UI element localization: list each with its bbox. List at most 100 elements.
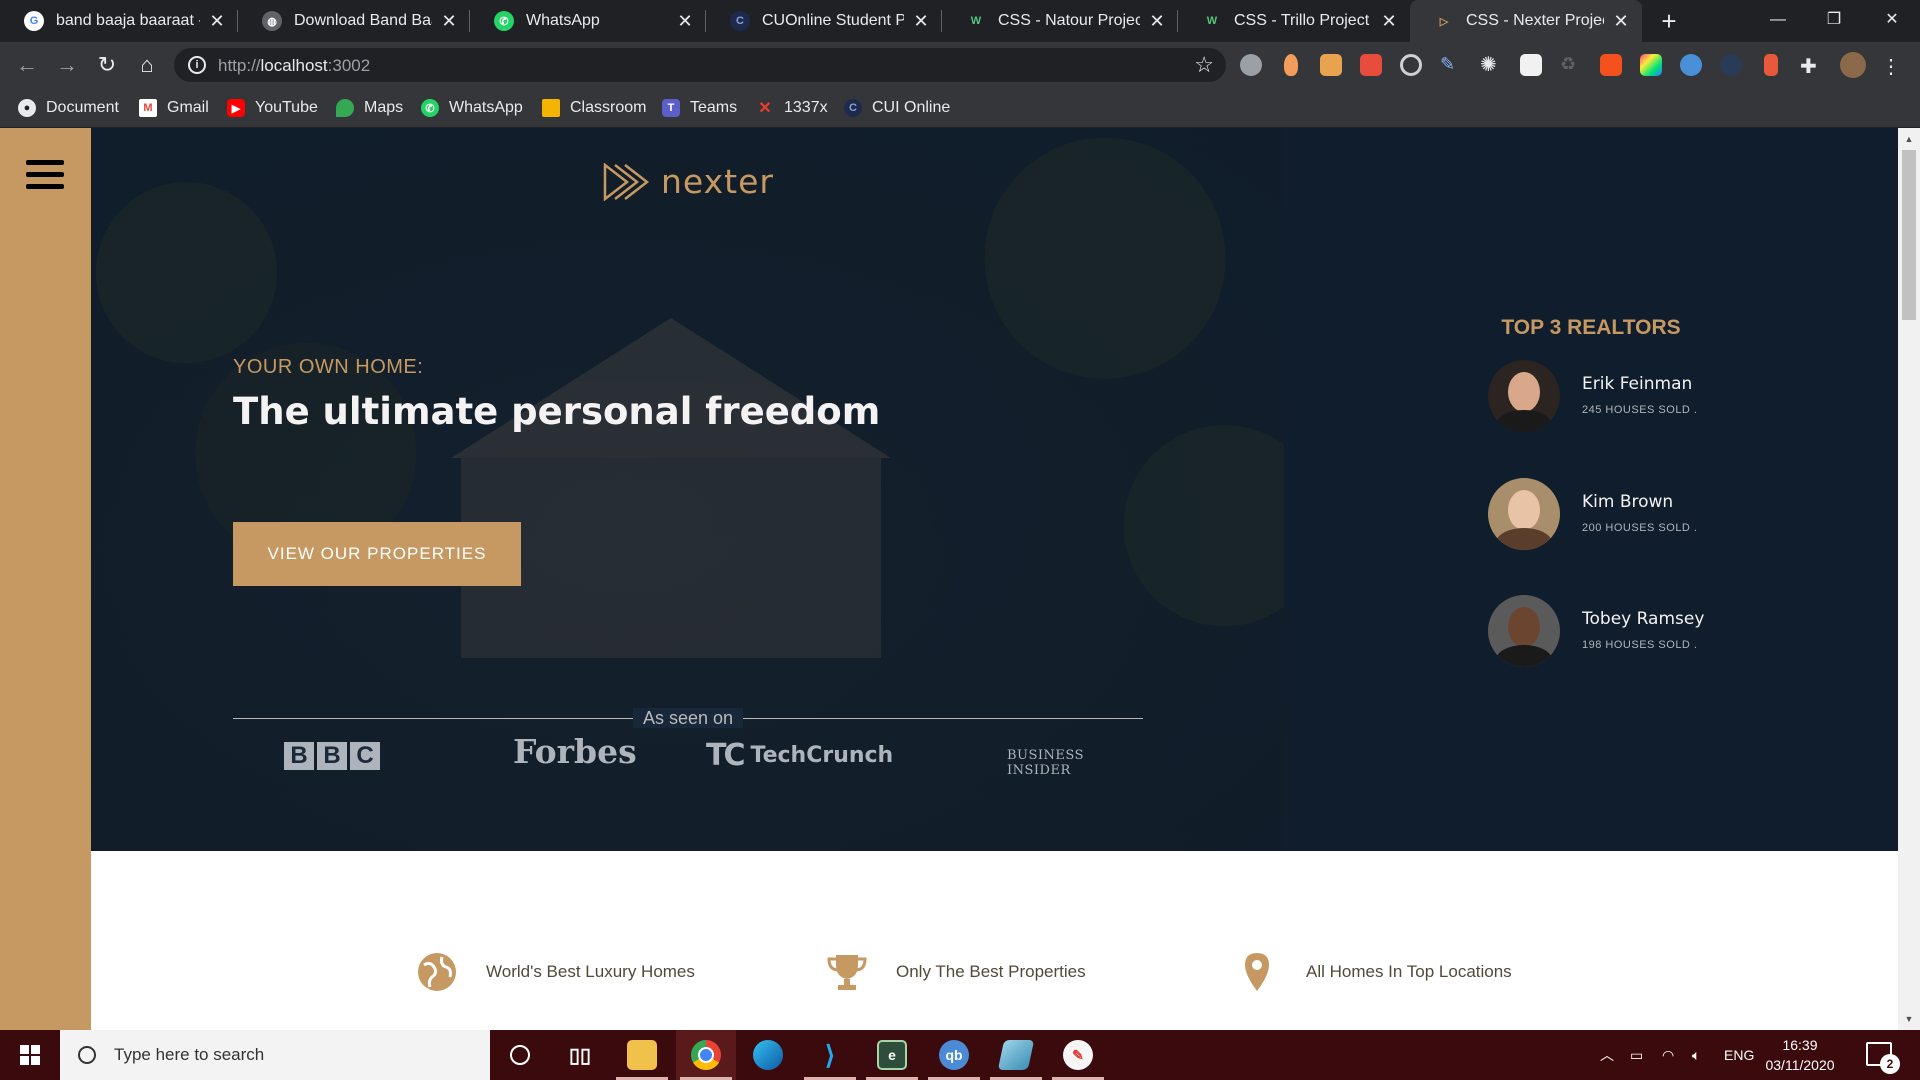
extension-dark-circle-icon[interactable] xyxy=(1720,54,1742,76)
tab-download[interactable]: ◍ Download Band Baaja B ✕ xyxy=(238,0,470,42)
extensions-puzzle-icon[interactable]: ✚ xyxy=(1800,54,1822,78)
bookmark-teams[interactable]: T Teams xyxy=(662,88,737,128)
map-pin-icon xyxy=(1245,953,1269,991)
tab-google-search[interactable]: G band baaja baaraat - G ✕ xyxy=(0,0,238,42)
close-icon[interactable]: ✕ xyxy=(1380,11,1398,32)
back-icon[interactable]: ← xyxy=(12,50,42,80)
qbittorrent-icon[interactable]: qb xyxy=(924,1030,984,1080)
realtor-houses-sold: 245 HOUSES SOLD . xyxy=(1582,404,1698,416)
close-icon[interactable]: ✕ xyxy=(1148,11,1166,32)
reload-icon[interactable]: ↻ xyxy=(92,50,122,80)
show-hidden-icons-icon[interactable]: ︿ xyxy=(1600,1030,1614,1080)
vscode-glyph: ⟩ xyxy=(824,1039,836,1070)
gmail-icon: M xyxy=(139,99,157,117)
extension-target-icon[interactable] xyxy=(1400,54,1422,76)
battery-icon[interactable]: ▭ xyxy=(1630,1030,1643,1080)
close-icon[interactable]: ✕ xyxy=(912,11,930,32)
system-clock[interactable]: 16:39 03/11/2020 xyxy=(1760,1035,1840,1075)
browser-tab-strip: G band baaja baaraat - G ✕ ◍ Download Ba… xyxy=(0,0,1920,42)
extension-tracker-icon[interactable] xyxy=(1320,54,1342,76)
realtor-houses-sold: 198 HOUSES SOLD . xyxy=(1582,639,1698,651)
bookmark-star-icon[interactable]: ☆ xyxy=(1194,52,1214,78)
feature-item: World's Best Luxury Homes xyxy=(416,951,695,993)
avatar xyxy=(1488,478,1560,550)
file-explorer-icon[interactable] xyxy=(612,1030,672,1080)
tab-title: CUOnline Student Port xyxy=(762,12,904,29)
close-icon[interactable]: ✕ xyxy=(440,11,458,32)
realtor-card[interactable]: Tobey Ramsey 198 HOUSES SOLD . xyxy=(1488,595,1788,667)
tab-whatsapp[interactable]: ✆ WhatsApp ✕ xyxy=(470,0,706,42)
extension-compass-icon[interactable] xyxy=(1240,54,1262,76)
url-text[interactable]: http://localhost:3002 xyxy=(218,56,370,76)
maps-icon xyxy=(336,99,354,117)
youtube-icon: ▶ xyxy=(227,99,245,117)
bookmark-youtube[interactable]: ▶ YouTube xyxy=(227,88,318,128)
extension-color-icon[interactable] xyxy=(1640,54,1662,76)
feature-item: All Homes In Top Locations xyxy=(1236,951,1512,993)
extension-figure-icon[interactable] xyxy=(1764,54,1778,76)
realtor-card[interactable]: Erik Feinman 245 HOUSES SOLD . xyxy=(1488,360,1788,432)
tab-nexter[interactable]: ▷ CSS - Nexter Project ✕ xyxy=(1410,0,1642,42)
chrome-glyph xyxy=(691,1040,721,1070)
profile-avatar[interactable] xyxy=(1840,52,1866,78)
hero-header: nexter YOUR OWN HOME: The ultimate perso… xyxy=(91,128,1284,851)
extension-bottle-icon[interactable] xyxy=(1284,54,1298,76)
classroom-icon xyxy=(542,99,560,117)
bookmark-cui-online[interactable]: C CUI Online xyxy=(844,88,950,128)
techcrunch-mark-icon: TC xyxy=(706,738,746,773)
site-info-icon[interactable]: i xyxy=(188,56,206,74)
wifi-icon[interactable]: ◠ xyxy=(1662,1030,1674,1080)
language-indicator[interactable]: ENG xyxy=(1724,1030,1754,1080)
minimize-icon[interactable]: — xyxy=(1750,0,1806,42)
notes-app-icon[interactable] xyxy=(986,1030,1046,1080)
close-icon[interactable]: ✕ xyxy=(1612,11,1630,32)
page-scrollbar[interactable]: ▲ ▼ xyxy=(1898,128,1920,1030)
extension-gear-icon[interactable]: ✺ xyxy=(1480,54,1502,76)
hamburger-menu-icon[interactable] xyxy=(26,160,64,190)
tab-cuonline[interactable]: C CUOnline Student Port ✕ xyxy=(706,0,942,42)
scrollbar-thumb[interactable] xyxy=(1902,150,1916,320)
taskbar-search-box[interactable]: Type here to search xyxy=(60,1030,490,1080)
bookmark-1337x[interactable]: ✕ 1337x xyxy=(756,88,827,128)
cortana-icon[interactable] xyxy=(490,1030,550,1080)
bookmark-maps[interactable]: Maps xyxy=(336,88,403,128)
close-window-icon[interactable]: ✕ xyxy=(1864,0,1920,42)
bookmark-whatsapp[interactable]: ✆ WhatsApp xyxy=(421,88,523,128)
nexter-logo[interactable]: nexter xyxy=(603,162,774,201)
business-insider-line: INSIDER xyxy=(1007,763,1071,778)
chrome-icon[interactable] xyxy=(676,1030,736,1080)
avatar xyxy=(1488,360,1560,432)
home-icon[interactable]: ⌂ xyxy=(132,50,162,80)
extension-recycle-icon[interactable]: ♻ xyxy=(1560,54,1582,76)
new-tab-button[interactable]: + xyxy=(1654,6,1684,36)
close-icon[interactable]: ✕ xyxy=(208,11,226,32)
edge-icon[interactable] xyxy=(738,1030,798,1080)
realtor-card[interactable]: Kim Brown 200 HOUSES SOLD . xyxy=(1488,478,1788,550)
realtor-name: Erik Feinman xyxy=(1582,374,1693,394)
close-icon[interactable]: ✕ xyxy=(676,11,694,32)
app-e-icon[interactable]: e xyxy=(862,1030,922,1080)
extension-orange-icon[interactable] xyxy=(1600,54,1622,76)
extension-calendar-icon[interactable] xyxy=(1520,54,1542,76)
tab-natours[interactable]: W CSS - Natour Project ✕ xyxy=(942,0,1178,42)
avatar xyxy=(1488,595,1560,667)
forward-icon[interactable]: → xyxy=(52,50,82,80)
bookmark-gmail[interactable]: M Gmail xyxy=(139,88,209,128)
view-properties-button[interactable]: VIEW OUR PROPERTIES xyxy=(233,522,521,586)
address-bar[interactable]: i http://localhost:3002 ☆ xyxy=(174,48,1226,82)
windows-start-icon[interactable] xyxy=(0,1030,60,1080)
bookmark-document[interactable]: ● Document xyxy=(18,88,119,128)
bookmark-classroom[interactable]: Classroom xyxy=(542,88,646,128)
tab-trillo[interactable]: W CSS - Trillo Project ✕ xyxy=(1178,0,1410,42)
paint-icon[interactable]: ✎ xyxy=(1048,1030,1108,1080)
extension-red-icon[interactable] xyxy=(1360,54,1382,76)
volume-icon[interactable]: 🔈︎ xyxy=(1692,1030,1700,1080)
browser-menu-icon[interactable]: ⋮ xyxy=(1880,54,1902,78)
restore-icon[interactable]: ❐ xyxy=(1806,0,1862,42)
vscode-icon[interactable]: ⟩ xyxy=(800,1030,860,1080)
extension-blue-circle-icon[interactable] xyxy=(1680,54,1702,76)
extension-eyedropper-icon[interactable]: ✎ xyxy=(1440,54,1462,76)
scroll-up-icon[interactable]: ▲ xyxy=(1898,130,1920,148)
scroll-down-icon[interactable]: ▼ xyxy=(1898,1010,1920,1028)
task-view-icon[interactable]: ▯▯ xyxy=(550,1030,610,1080)
